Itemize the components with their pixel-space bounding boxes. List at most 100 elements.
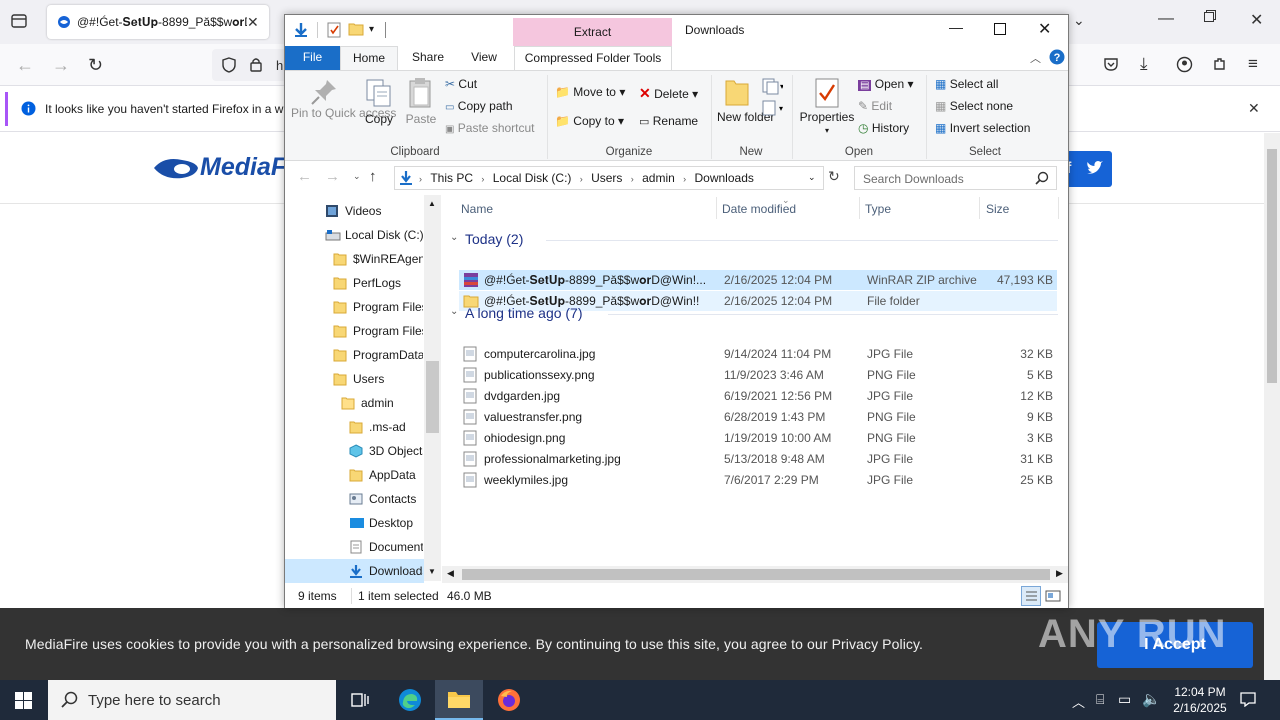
breadcrumb-this-pc[interactable]: This PC — [430, 171, 473, 185]
nav-item-3d-objects[interactable]: 3D Objects — [285, 439, 424, 463]
properties-button[interactable]: Properties ▾ — [799, 77, 855, 137]
show-hidden-icons-icon[interactable]: ︿ — [1072, 692, 1085, 711]
forward-icon[interactable]: → — [325, 168, 340, 185]
nav-scrollbar-thumb[interactable] — [426, 361, 439, 433]
column-size[interactable]: Size — [986, 202, 1009, 216]
file-row[interactable]: weeklymiles.jpg 7/6/2017 2:29 PM JPG File 2… — [459, 470, 1057, 490]
delete-button[interactable]: ✕ Delete ▾ — [639, 85, 698, 102]
group-header-old[interactable]: A long time ago (7) — [465, 305, 583, 321]
windows-start-icon[interactable] — [15, 692, 32, 709]
file-row[interactable]: dvdgarden.jpg 6/19/2021 12:56 PM JPG File 1… — [459, 386, 1057, 406]
close-notification-icon[interactable]: ✕ — [1248, 100, 1260, 117]
file-row[interactable]: ohiodesign.png 1/19/2019 10:00 AM PNG File… — [459, 428, 1057, 448]
edit-button[interactable]: ✎ Edit — [858, 99, 892, 113]
maximize-explorer-icon[interactable] — [994, 23, 1006, 35]
breadcrumb-users[interactable]: Users — [591, 171, 622, 185]
collapse-group-icon[interactable]: ⌄ — [450, 232, 458, 243]
tab-compressed-folder-tools[interactable]: Compressed Folder Tools — [514, 46, 672, 70]
search-field[interactable]: Search Downloads — [854, 166, 1057, 190]
nav-item-documents[interactable]: Documents — [285, 535, 424, 559]
help-icon[interactable]: ? — [1049, 49, 1065, 65]
nav-item-desktop[interactable]: Desktop — [285, 511, 424, 535]
nav-item--ms-ad[interactable]: .ms-ad — [285, 415, 424, 439]
tab-list-icon[interactable] — [10, 12, 28, 30]
nav-scroll-up-icon[interactable]: ▲ — [428, 199, 436, 208]
network-icon[interactable]: ▭ — [1118, 691, 1131, 708]
address-bar[interactable]: › This PC › Local Disk (C:) › Users › ad… — [394, 166, 824, 190]
nav-item-programdata[interactable]: ProgramData — [285, 343, 424, 367]
menu-icon[interactable]: ≡ — [1248, 54, 1258, 74]
volume-icon[interactable]: 🔈 — [1142, 690, 1161, 708]
address-dropdown-icon[interactable]: ⌄ — [808, 172, 816, 183]
file-row[interactable]: professionalmarketing.jpg 5/13/2018 9:48 … — [459, 449, 1057, 469]
copy-to-button[interactable]: 📁 Copy to ▾ — [555, 114, 624, 128]
move-to-button[interactable]: 📁 Move to ▾ — [555, 85, 625, 99]
customize-toolbar-icon[interactable]: ▾ — [369, 24, 374, 35]
invert-selection-button[interactable]: ▦ Invert selection — [935, 121, 1030, 135]
device-icon[interactable]: ⌸ — [1096, 691, 1104, 708]
copy-path-button[interactable]: ▭ Copy path — [445, 99, 513, 113]
browser-tab[interactable]: @#!Ǵet-𝐒𝐞𝐭𝐔𝐩-8899_Pă$$w𝐨𝐫D@Win!… ✕ — [47, 5, 269, 39]
open-button[interactable]: ▤ Open ▾ — [858, 77, 914, 91]
tab-file[interactable]: File — [285, 46, 340, 70]
nav-item-local-disk-c-[interactable]: Local Disk (C:) — [285, 223, 424, 247]
column-separator[interactable] — [716, 197, 717, 219]
task-view-icon[interactable] — [351, 691, 369, 709]
recent-locations-icon[interactable]: ⌄ — [353, 171, 361, 182]
nav-item-program-files-x86-[interactable]: Program Files (x86) — [285, 319, 424, 343]
lock-icon[interactable] — [250, 57, 262, 72]
nav-item-downloads[interactable]: Downloads — [285, 559, 424, 583]
select-all-button[interactable]: ▦ Select all — [935, 77, 998, 91]
page-scrollbar[interactable] — [1264, 133, 1280, 680]
tab-home[interactable]: Home — [340, 46, 398, 70]
new-folder-button[interactable]: New folder — [717, 77, 774, 124]
collapse-ribbon-icon[interactable]: ︿ — [1030, 50, 1041, 66]
file-row-today[interactable]: @#!Ǵet-𝐒𝐞𝐭𝐔𝐩-8899_Pă$$w𝐨𝐫D@Win!... 2/16/2… — [459, 270, 1057, 290]
nav-item-perflogs[interactable]: PerfLogs — [285, 271, 424, 295]
new-folder-quick-icon[interactable] — [348, 22, 364, 36]
column-separator[interactable] — [1058, 197, 1059, 219]
select-none-button[interactable]: ▦ Select none — [935, 99, 1013, 113]
close-explorer-icon[interactable]: ✕ — [1038, 19, 1051, 39]
pin-quick-access-button[interactable]: Pin to Quick access — [291, 77, 396, 120]
tracking-shield-icon[interactable] — [222, 57, 236, 73]
close-tab-icon[interactable]: ✕ — [247, 14, 259, 31]
file-row[interactable]: valuestransfer.png 6/28/2019 1:43 PM PNG F… — [459, 407, 1057, 427]
minimize-explorer-icon[interactable]: — — [949, 19, 963, 35]
easy-access-icon[interactable]: ▾ — [761, 99, 783, 117]
taskbar-file-explorer[interactable] — [435, 680, 483, 720]
horizontal-scrollbar-thumb[interactable] — [462, 569, 1050, 580]
group-header-today[interactable]: Today (2) — [465, 231, 523, 247]
taskbar-search[interactable]: Type here to search — [48, 680, 336, 720]
tab-share[interactable]: Share — [405, 46, 451, 70]
file-row[interactable]: computercarolina.jpg 9/14/2024 11:04 PM JP… — [459, 344, 1057, 364]
nav-item-contacts[interactable]: Contacts — [285, 487, 424, 511]
nav-item-appdata[interactable]: AppData — [285, 463, 424, 487]
nav-scrollbar[interactable]: ▲ ▼ — [424, 195, 441, 581]
restore-browser-icon[interactable] — [1204, 10, 1216, 22]
page-scrollbar-thumb[interactable] — [1267, 149, 1277, 383]
up-icon[interactable]: ↑ — [369, 168, 377, 185]
file-row[interactable]: publicationssexy.png 11/9/2023 3:46 AM PNG… — [459, 365, 1057, 385]
firefox-icon[interactable] — [497, 688, 521, 712]
collapse-group-icon[interactable]: ⌄ — [450, 306, 458, 317]
nav-item-videos[interactable]: Videos — [285, 199, 424, 223]
edge-icon[interactable] — [398, 688, 422, 712]
nav-item-admin[interactable]: admin — [285, 391, 424, 415]
nav-scroll-down-icon[interactable]: ▼ — [428, 567, 436, 576]
column-name[interactable]: Name — [461, 202, 493, 216]
properties-quick-icon[interactable] — [327, 22, 341, 38]
large-icons-view-icon[interactable] — [1045, 588, 1061, 604]
scroll-right-icon[interactable]: ▶ — [1056, 568, 1063, 579]
column-type[interactable]: Type — [865, 202, 891, 216]
breadcrumb-local-disk[interactable]: Local Disk (C:) — [493, 171, 572, 185]
url-bar[interactable]: h — [212, 49, 292, 81]
column-separator[interactable] — [859, 197, 860, 219]
column-separator[interactable] — [979, 197, 980, 219]
breadcrumb-downloads[interactable]: Downloads — [695, 171, 754, 185]
close-browser-icon[interactable]: ✕ — [1250, 10, 1263, 30]
history-button[interactable]: ◷ History — [858, 121, 909, 135]
extensions-icon[interactable] — [1212, 56, 1228, 72]
scroll-left-icon[interactable]: ◀ — [447, 568, 454, 579]
cut-button[interactable]: ✂ Cut — [445, 77, 477, 91]
